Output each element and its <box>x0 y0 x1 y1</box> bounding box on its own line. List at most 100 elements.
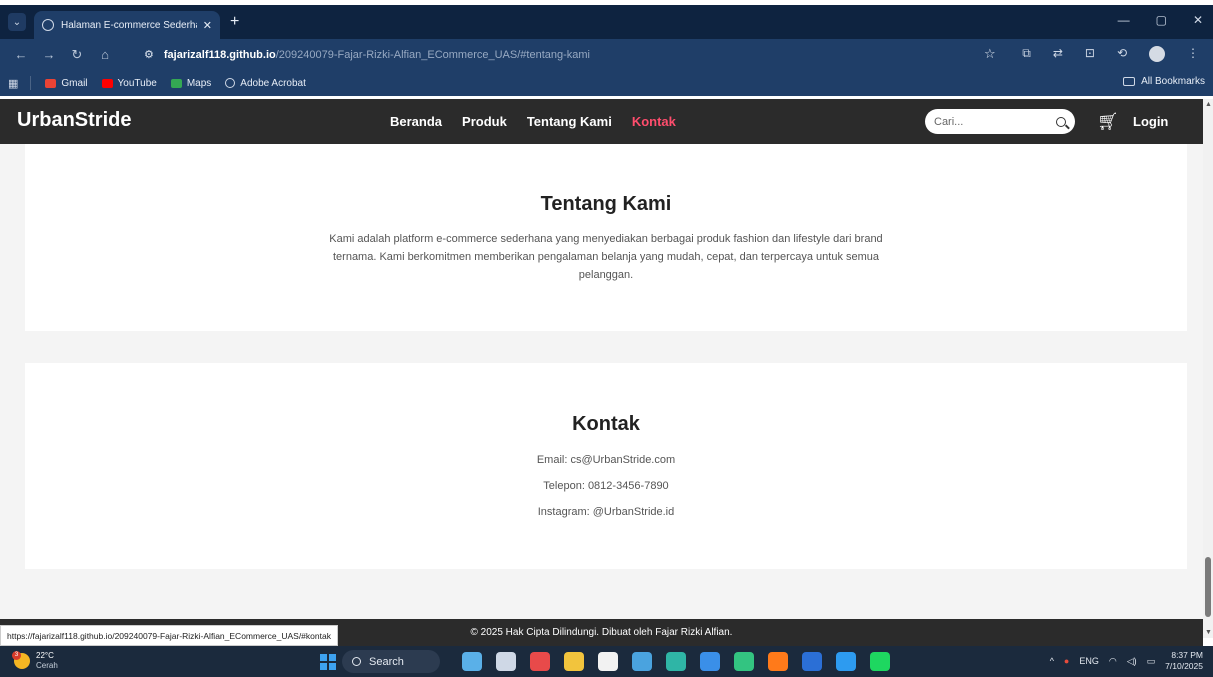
profile-avatar-icon[interactable] <box>1149 46 1165 62</box>
extension-icons: ⧉ ⇄ ⊡ ⟲ ⋮ <box>1022 46 1199 62</box>
bookmark-star-icon[interactable]: ☆ <box>984 46 996 62</box>
tab-title: Halaman E-commerce Sederha <box>61 19 197 31</box>
contact-phone: Telepon: 0812-3456-7890 <box>543 480 669 492</box>
bookmark-label: Adobe Acrobat <box>240 77 306 89</box>
bookmark-youtube[interactable]: YouTube <box>101 77 157 89</box>
gmail-icon <box>45 78 57 88</box>
wifi-icon[interactable]: ◠ <box>1109 656 1117 667</box>
reload-icon[interactable]: ↻ <box>70 47 84 63</box>
translate-icon[interactable]: ⇄ <box>1053 46 1063 62</box>
about-text: Kami adalah platform e-commerce sederhan… <box>329 233 883 281</box>
contact-email: Email: cs@UrbanStride.com <box>536 454 676 466</box>
taskbar-app-icon[interactable] <box>802 652 822 671</box>
page-scrollbar[interactable]: ▲ ▼ <box>1203 99 1213 638</box>
scroll-up-icon[interactable]: ▲ <box>1205 101 1212 108</box>
chevron-up-icon[interactable]: ^ <box>1050 656 1054 666</box>
footer-text: © 2025 Hak Cipta Dilindungi. Dibuat oleh… <box>470 627 733 638</box>
more-menu-icon[interactable]: ⋮ <box>1187 46 1199 62</box>
system-tray: ^ ● ENG ◠ ◁) ▭ 8:37 PM 7/10/2025 <box>1050 650 1203 672</box>
page-content: Tentang Kami Kami adalah platform e-comm… <box>0 144 1203 619</box>
forward-icon[interactable]: → <box>42 47 56 62</box>
all-bookmarks-button[interactable]: All Bookmarks <box>1123 76 1205 87</box>
bookmark-adobe-acrobat[interactable]: Adobe Acrobat <box>225 78 306 89</box>
extensions-icon[interactable]: ⧉ <box>1022 46 1031 62</box>
tab-search-icon[interactable]: ⌄ <box>8 13 26 31</box>
url-field[interactable]: ⚙ fajarizalf118.github.io/209240079-Faja… <box>134 43 1004 66</box>
clock[interactable]: 8:37 PM 7/10/2025 <box>1165 650 1203 672</box>
about-section: Tentang Kami Kami adalah platform e-comm… <box>25 144 1187 331</box>
close-window-icon[interactable]: ✕ <box>1193 13 1203 27</box>
site-navbar: UrbanStride Beranda Produk Tentang Kami … <box>0 99 1203 144</box>
taskbar-app-icon[interactable] <box>632 652 652 671</box>
login-link[interactable]: Login <box>1133 114 1168 129</box>
contact-instagram: Instagram: @UrbanStride.id <box>537 506 675 518</box>
taskbar-app-icon[interactable] <box>700 652 720 671</box>
bookmark-maps[interactable]: Maps <box>170 77 212 89</box>
taskbar-app-icon[interactable] <box>870 652 890 671</box>
cart-icon[interactable]: 🛒︎ <box>1097 112 1119 132</box>
scroll-down-icon[interactable]: ▼ <box>1205 629 1212 636</box>
nav-produk[interactable]: Produk <box>462 114 507 129</box>
site-settings-icon[interactable]: ⚙ <box>144 48 154 61</box>
apps-grid-icon[interactable]: ▦ <box>8 77 18 90</box>
bookmark-gmail[interactable]: Gmail <box>45 77 88 89</box>
search-icon[interactable] <box>1056 116 1066 127</box>
address-bar: ← → ↻ ⌂ ⚙ fajarizalf118.github.io/209240… <box>0 39 1213 70</box>
taskbar-app-icon[interactable] <box>598 652 618 671</box>
notification-badge: 3 <box>12 651 21 660</box>
bookmark-label: Maps <box>186 77 212 89</box>
bookmarks-divider <box>30 76 32 90</box>
contact-section: Kontak Email: cs@UrbanStride.com Telepon… <box>25 363 1187 569</box>
volume-icon[interactable]: ◁) <box>1127 656 1137 667</box>
bookmark-label: YouTube <box>117 77 157 89</box>
back-icon[interactable]: ← <box>14 47 28 62</box>
home-icon[interactable]: ⌂ <box>98 47 112 62</box>
windows-taskbar: 3 22°C Cerah Search ^ ● ENG ◠ ◁) ▭ 8:37 … <box>0 646 1213 677</box>
taskbar-app-icon[interactable] <box>836 652 856 671</box>
weather-text: 22°C Cerah <box>36 651 58 671</box>
taskbar-app-icon[interactable] <box>666 652 686 671</box>
youtube-icon <box>101 78 113 88</box>
taskbar-app-icon[interactable] <box>734 652 754 671</box>
nav-tentang-kami[interactable]: Tentang Kami <box>527 114 612 129</box>
onedrive-icon[interactable]: ● <box>1064 656 1069 666</box>
brand-logo[interactable]: UrbanStride <box>17 109 131 132</box>
nav-beranda[interactable]: Beranda <box>390 114 442 129</box>
window-controls: — ▢ ✕ <box>1118 13 1203 27</box>
link-status-tooltip: https://fajarizalf118.github.io/20924007… <box>0 625 338 646</box>
main-menu: Beranda Produk Tentang Kami Kontak <box>390 114 676 129</box>
bookmarks-bar: ▦ Gmail YouTube Maps Adobe Acrobat All B… <box>0 70 1213 96</box>
windows-start-icon[interactable] <box>320 654 336 670</box>
taskbar-app-icon[interactable] <box>564 652 584 671</box>
all-bookmarks-label: All Bookmarks <box>1141 76 1205 87</box>
taskbar-app-icon[interactable] <box>496 652 516 671</box>
search-input[interactable]: Cari... <box>925 109 1075 134</box>
nav-kontak[interactable]: Kontak <box>632 114 676 129</box>
browser-tab[interactable]: Halaman E-commerce Sederha ✕ <box>34 11 220 39</box>
globe-icon <box>225 78 236 88</box>
screenshot-icon[interactable]: ⊡ <box>1085 46 1095 62</box>
minimize-icon[interactable]: — <box>1118 13 1130 27</box>
restore-icon[interactable]: ▢ <box>1156 13 1167 27</box>
browser-tab-bar: ⌄ Halaman E-commerce Sederha ✕ + — ▢ ✕ <box>0 5 1213 39</box>
weather-temperature: 22°C <box>36 651 54 660</box>
weather-sun-icon: 3 <box>12 651 30 669</box>
url-path: /209240079-Fajar-Rizki-Alfian_ECommerce_… <box>275 48 590 61</box>
battery-icon[interactable]: ▭ <box>1147 656 1156 667</box>
url-host: fajarizalf118.github.io <box>163 48 276 61</box>
bookmark-label: Gmail <box>61 77 88 89</box>
taskbar-app-icon[interactable] <box>768 652 788 671</box>
taskbar-app-icon[interactable] <box>462 652 482 671</box>
taskbar-search[interactable]: Search <box>342 650 440 673</box>
weather-condition: Cerah <box>36 661 58 670</box>
scrollbar-thumb[interactable] <box>1205 557 1211 617</box>
clock-time: 8:37 PM <box>1171 650 1203 660</box>
history-icon[interactable]: ⟲ <box>1117 46 1127 62</box>
taskbar-app-icon[interactable] <box>530 652 550 671</box>
taskbar-search-label: Search <box>369 655 404 668</box>
search-placeholder: Cari... <box>934 115 964 128</box>
close-tab-icon[interactable]: ✕ <box>203 19 212 32</box>
new-tab-button[interactable]: + <box>230 13 239 31</box>
weather-widget[interactable]: 3 22°C Cerah <box>12 651 58 671</box>
language-indicator[interactable]: ENG <box>1079 656 1099 666</box>
